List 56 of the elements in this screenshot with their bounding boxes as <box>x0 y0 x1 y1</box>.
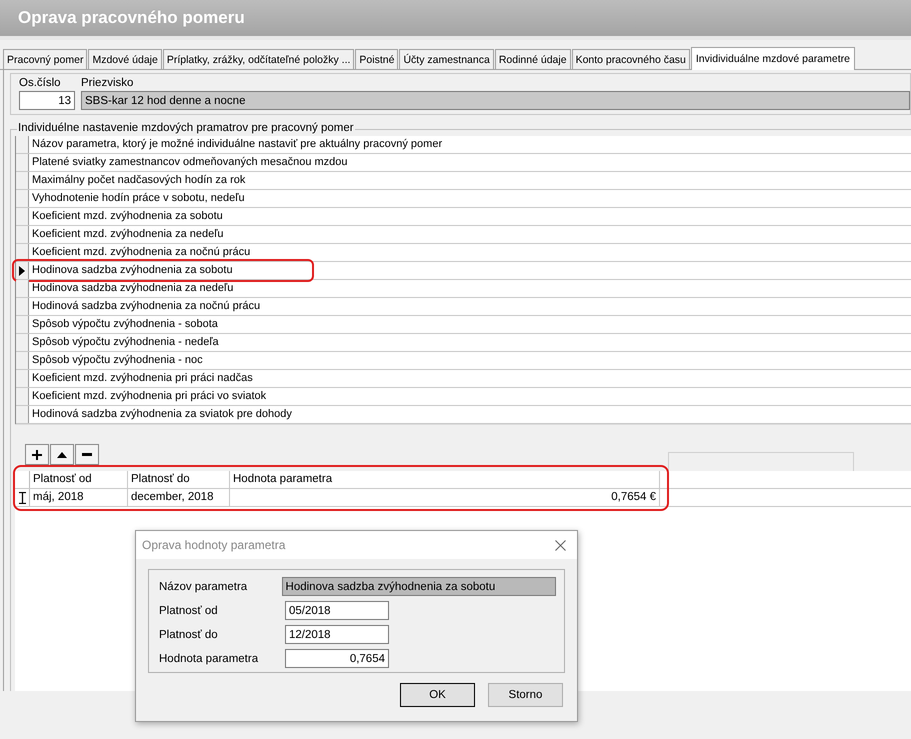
row-pointer-icon <box>19 266 25 276</box>
field-label: Os.číslo <box>19 77 62 89</box>
tab[interactable]: Účty zamestnanca <box>399 49 494 69</box>
table-cell: 0,7654 € <box>230 489 660 506</box>
tab[interactable]: Konto pracovného času <box>572 49 690 69</box>
field-label: Názov parametra <box>159 580 248 592</box>
column-header: Platnosť do <box>128 471 230 488</box>
triangle-up-icon <box>57 452 67 458</box>
input-field[interactable]: 0,7654 <box>285 649 389 668</box>
field-label: Priezvisko <box>81 77 134 89</box>
table-cell[interactable]: Koeficient mzd. zvýhodnenia pri práci vo sviatok <box>29 388 911 405</box>
close-icon[interactable] <box>555 540 566 550</box>
table-cell: december, 2018 <box>128 489 230 506</box>
table-cell[interactable]: Vyhodnotenie hodín práce v sobotu, nedeľu <box>29 190 911 207</box>
text-cursor-icon <box>18 492 26 504</box>
add-button[interactable] <box>25 444 49 465</box>
table-cell[interactable]: Spôsob výpočtu zvýhodnenia - sobota <box>29 316 911 333</box>
table-cell[interactable]: Spôsob výpočtu zvýhodnenia - noc <box>29 352 911 369</box>
move-up-button[interactable] <box>50 444 74 465</box>
table-cell[interactable]: Koeficient mzd. zvýhodnenia pri práci nadčas <box>29 370 911 387</box>
table-cell[interactable]: Hodinova sadzba zvýhodnenia za sobotu <box>29 262 911 279</box>
tab[interactable]: Príplatky, zrážky, odčítateľné položky ... <box>162 49 354 69</box>
cancel-button[interactable]: Storno <box>488 683 563 707</box>
window-title: Oprava pracovného pomeru <box>18 8 245 28</box>
table-cell: máj, 2018 <box>30 489 128 506</box>
plus-icon <box>32 450 42 460</box>
table-cell[interactable]: Koeficient mzd. zvýhodnenia za sobotu <box>29 208 911 225</box>
group-title: Individuélne nastavenie mzdových pramatrov pre pracovný pomer <box>17 122 355 134</box>
column-header: Hodnota parametra <box>230 471 660 488</box>
table-cell[interactable]: Hodinová sadzba zvýhodnenia za nočnú prácu <box>29 298 911 315</box>
table-cell[interactable]: Spôsob výpočtu zvýhodnenia - nedeľa <box>29 334 911 351</box>
tab[interactable]: Pracovný pomer <box>3 49 88 69</box>
table-cell[interactable]: Hodinová sadzba zvýhodnenia za sviatok pre dohody <box>29 406 911 423</box>
column-header: Platnosť od <box>30 471 128 488</box>
surname-field[interactable]: SBS-kar 12 hod denne a nocne <box>81 91 910 110</box>
tab[interactable]: Invidividuálne mzdové parametre <box>690 47 855 70</box>
input-field[interactable]: 12/2018 <box>285 625 389 644</box>
minus-icon <box>82 453 92 456</box>
table-cell[interactable]: Koeficient mzd. zvýhodnenia za nedeľu <box>29 226 911 243</box>
table-cell[interactable]: Maximálny počet nadčasových hodín za rok <box>29 172 911 189</box>
row-indicator <box>16 136 29 153</box>
number-field[interactable]: 13 <box>19 91 75 110</box>
table-cell[interactable]: Platené sviatky zamestnancov odmeňovaných mesačnou mzdou <box>29 154 911 171</box>
tab[interactable]: Rodinné údaje <box>494 49 571 69</box>
ok-button[interactable]: OK <box>400 683 475 707</box>
tab[interactable]: Poistné <box>355 49 398 69</box>
table-cell[interactable]: Hodinova sadzba zvýhodnenia za nedeľu <box>29 280 911 297</box>
table-cell[interactable]: Koeficient mzd. zvýhodnenia za nočnú prácu <box>29 244 911 261</box>
field-label: Platnosť do <box>159 628 219 640</box>
input-field[interactable]: 05/2018 <box>285 601 389 620</box>
field-label: Platnosť od <box>159 604 219 616</box>
tab[interactable]: Mzdové údaje <box>88 49 162 69</box>
field-label: Hodnota parametra <box>159 652 260 664</box>
remove-button[interactable] <box>75 444 99 465</box>
column-header: Názov parametra, ktorý je možné individuálne nastaviť pre aktuálny pracovný pomer <box>31 137 444 152</box>
dialog-title: Oprava hodnoty parametra <box>142 538 286 552</box>
